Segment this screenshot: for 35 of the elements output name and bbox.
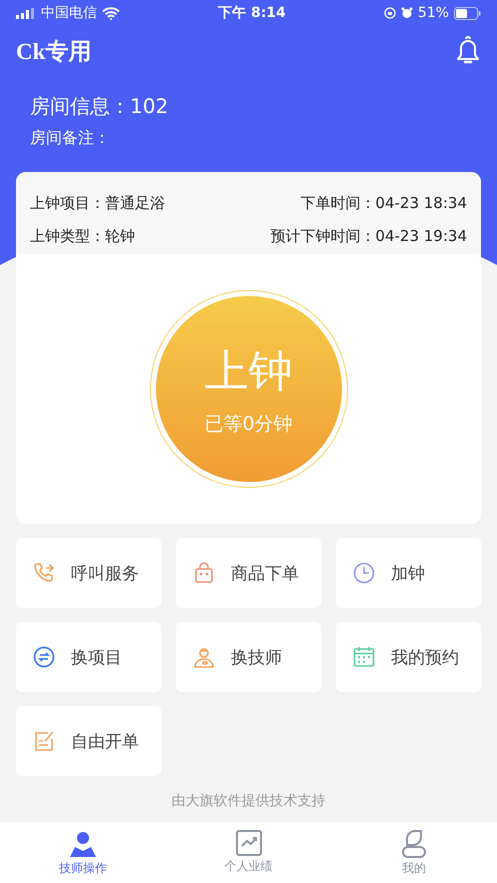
action-button[interactable]: 呼叫服务 [16, 538, 161, 608]
action-button[interactable]: 自由开单 [16, 706, 161, 776]
order-time: 下单时间：04-23 18:34 [300, 194, 467, 213]
status-time: 下午 8:14 [218, 4, 286, 22]
worker-icon [193, 646, 215, 668]
wifi-icon [102, 6, 120, 20]
rotation-lock-icon [384, 7, 396, 19]
action-button[interactable]: 换技师 [176, 622, 321, 692]
swap-icon [33, 646, 55, 668]
tab[interactable]: 技师操作 [0, 822, 166, 883]
action-button[interactable]: 我的预约 [336, 622, 481, 692]
action-button[interactable]: 商品下单 [176, 538, 321, 608]
bell-icon[interactable] [455, 36, 481, 66]
action-button[interactable]: 加钟 [336, 538, 481, 608]
person-icon [68, 830, 97, 858]
clock-type: 上钟类型：轮钟 [30, 227, 135, 246]
carrier-name: 中国电信 [41, 4, 97, 22]
note-edit-icon [33, 730, 55, 752]
alarm-icon [400, 7, 413, 19]
phone-icon [33, 562, 55, 584]
clock-icon [353, 562, 375, 584]
support-text: 由大旗软件提供技术支持 [170, 792, 326, 810]
room-info: 房间信息：102 [30, 93, 170, 120]
action-button[interactable]: 换项目 [16, 622, 161, 692]
calendar-icon [353, 646, 375, 668]
project-info: 上钟项目：普通足浴 [30, 194, 165, 213]
bag-icon [193, 562, 215, 584]
end-time: 预计下钟时间：04-23 19:34 [270, 227, 467, 246]
chart-icon [236, 830, 262, 856]
battery-icon [454, 6, 481, 20]
battery-percent: 51% [418, 5, 449, 21]
signal-icon [16, 8, 36, 18]
profile-icon [401, 830, 428, 858]
room-note: 房间备注： [30, 128, 111, 149]
app-title: Ck专用 [16, 38, 92, 66]
